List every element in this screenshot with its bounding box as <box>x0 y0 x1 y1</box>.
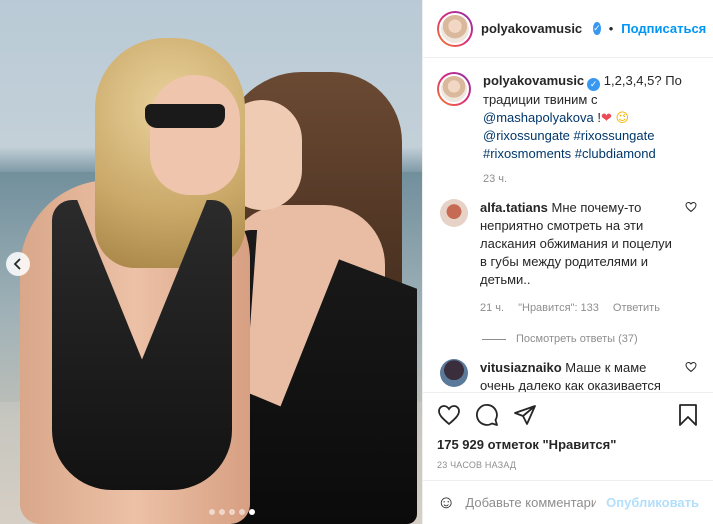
caption-body-end: ! <box>593 110 601 125</box>
heart-outline-icon <box>685 201 697 213</box>
comment-button[interactable] <box>475 403 499 427</box>
replies-line <box>482 338 506 340</box>
emoji-icon[interactable]: ☺ <box>437 492 455 513</box>
comments-list[interactable]: polyakovamusic ✓ 1,2,3,4,5? По традиции т… <box>423 58 713 392</box>
post-actions: 175 929 отметок "Нравится" 23 часов наза… <box>423 392 713 470</box>
carousel-dot <box>239 509 245 515</box>
mention-link[interactable]: @mashapolyakova <box>483 110 594 125</box>
carousel-dots <box>0 509 422 515</box>
view-replies-button[interactable]: Посмотреть ответы (37) <box>482 333 699 345</box>
share-button[interactable] <box>513 403 537 427</box>
verified-icon: ✓ <box>593 22 601 35</box>
heart-icon <box>438 405 460 426</box>
comment-meta: 21 ч. "Нравится": 133 Ответить <box>480 299 673 317</box>
post-header: polyakovamusic ✓ • Подписаться ••• <box>423 0 713 58</box>
post-photo[interactable] <box>0 0 422 524</box>
instagram-post: polyakovamusic ✓ • Подписаться ••• polya… <box>0 0 713 524</box>
carousel-dot <box>229 509 235 515</box>
comment-username[interactable]: alfa.tatians <box>480 200 548 215</box>
hashtag-link[interactable]: #rixosmoments <box>483 146 571 161</box>
header-username[interactable]: polyakovamusic <box>481 21 582 36</box>
hashtag-link[interactable]: @rixossungate <box>483 128 570 143</box>
like-button[interactable] <box>437 403 461 427</box>
comment-username[interactable]: vitusiaznaiko <box>480 360 562 375</box>
comment-like-button[interactable] <box>685 199 699 317</box>
photo-figure <box>150 75 240 195</box>
wink-emoji: 😉 <box>615 110 630 125</box>
side-panel: polyakovamusic ✓ • Подписаться ••• polya… <box>422 0 713 524</box>
chevron-left-icon <box>13 258 21 270</box>
hashtag-link[interactable]: #rixossungate <box>574 128 655 143</box>
add-comment-bar: ☺ Опубликовать <box>423 480 713 524</box>
heart-outline-icon <box>685 361 697 373</box>
likes-count[interactable]: 175 929 отметок "Нравится" <box>437 437 699 452</box>
avatar[interactable] <box>437 10 473 47</box>
caption-time[interactable]: 23 ч. <box>483 173 699 185</box>
comment-time[interactable]: 21 ч. <box>480 299 504 317</box>
header-separator: • <box>608 21 614 36</box>
action-icons <box>437 401 699 429</box>
heart-emoji: ❤ <box>601 110 612 125</box>
publish-button[interactable]: Опубликовать <box>606 495 699 510</box>
carousel-dot <box>219 509 225 515</box>
carousel-dot <box>249 509 255 515</box>
avatar[interactable] <box>440 199 468 227</box>
avatar[interactable] <box>440 359 468 387</box>
save-button[interactable] <box>677 403 699 427</box>
comment-icon <box>476 404 498 426</box>
caption-username[interactable]: polyakovamusic <box>483 73 584 88</box>
view-replies-label: Посмотреть ответы (37) <box>516 333 638 345</box>
comment-item: alfa.tatians Мне почему-то неприятно смо… <box>437 199 699 317</box>
share-icon <box>514 405 536 425</box>
caption-text: polyakovamusic ✓ 1,2,3,4,5? По традиции т… <box>483 72 699 163</box>
hashtag-link[interactable]: #clubdiamond <box>575 146 656 161</box>
verified-icon: ✓ <box>587 78 601 91</box>
caption: polyakovamusic ✓ 1,2,3,4,5? По традиции т… <box>437 72 699 185</box>
carousel-dot <box>209 509 215 515</box>
comment-input[interactable] <box>465 495 597 510</box>
comment-likes[interactable]: "Нравится": 133 <box>518 299 599 317</box>
comment-like-button[interactable] <box>685 359 699 392</box>
bookmark-icon <box>679 404 697 426</box>
posted-time[interactable]: 23 часов назад <box>437 460 699 470</box>
follow-button[interactable]: Подписаться <box>621 21 706 36</box>
reply-button[interactable]: Ответить <box>613 299 660 317</box>
caption-avatar[interactable] <box>437 72 471 106</box>
carousel-prev-button[interactable] <box>6 252 30 276</box>
photo-figure <box>145 104 225 128</box>
comment-item: vitusiaznaiko Маше к маме очень далеко к… <box>437 359 699 392</box>
